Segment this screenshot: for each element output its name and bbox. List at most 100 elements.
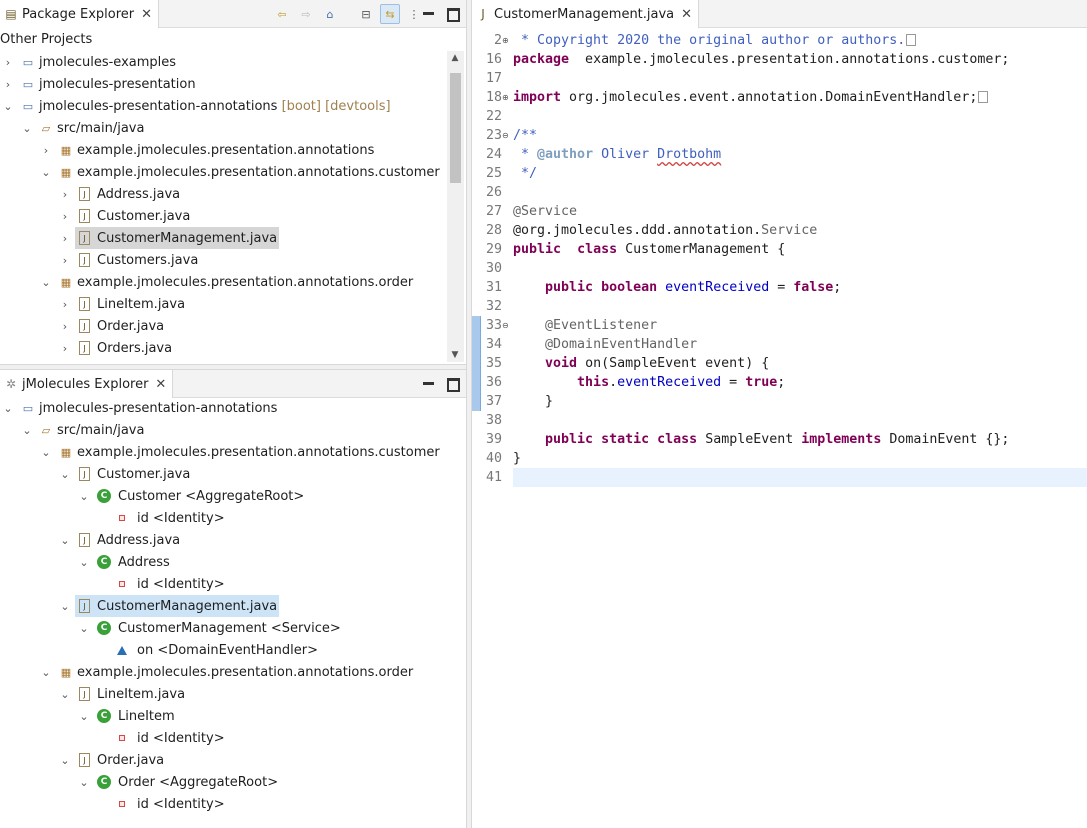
line-number: 17 — [485, 71, 502, 86]
line-number: 31 — [485, 280, 502, 295]
java-interface-file-icon: J — [79, 253, 90, 267]
package-explorer-icon: ▤ — [5, 7, 17, 21]
scroll-up-icon[interactable]: ▲ — [448, 53, 462, 63]
package-icon: ▦ — [60, 143, 72, 157]
java-interface-file-icon: J — [79, 341, 90, 355]
java-file-icon: J — [79, 467, 90, 481]
line-number: 24 — [485, 147, 502, 162]
back-arrow-icon[interactable]: ⇦ — [272, 4, 292, 24]
working-set-label: Other Projects — [0, 31, 93, 47]
java-file-icon: J — [79, 297, 90, 311]
close-icon[interactable]: ✕ — [681, 7, 692, 22]
code-token: org.jmolecules.event.annotation.DomainEv… — [561, 90, 978, 105]
code-token: class — [657, 432, 698, 447]
code-token: /** — [513, 128, 538, 143]
link-with-editor-icon[interactable]: ⇆ — [380, 4, 400, 24]
code-line[interactable]: import org.jmolecules.event.annotation.D… — [513, 88, 989, 107]
code-line[interactable]: @EventListener — [513, 316, 657, 335]
code-line[interactable]: } — [513, 449, 521, 468]
tab-package-explorer[interactable]: ▤ Package Explorer ✕ — [0, 0, 160, 28]
java-file-icon: J — [79, 687, 90, 701]
left-pane: ▤ Package Explorer ✕ ⇦ ⇨ ⌂ ⊟ ⇆ ⋮ Other P… — [0, 0, 466, 828]
line-number: 37 — [485, 394, 502, 409]
toolbar-separator — [344, 4, 352, 24]
line-number: 33 — [485, 318, 502, 333]
line-number: 40 — [485, 451, 502, 466]
code-token: Oliver Drotbohm — [593, 147, 722, 162]
folded-region-icon[interactable] — [906, 34, 917, 46]
line-number: 38 — [485, 413, 502, 428]
code-token: class — [577, 242, 618, 257]
field-icon — [119, 515, 125, 521]
class-icon: C — [97, 621, 111, 635]
tab-customer-management-java[interactable]: J CustomerManagement.java ✕ — [472, 0, 700, 28]
scroll-thumb[interactable] — [450, 73, 461, 183]
code-line[interactable]: */ — [513, 164, 537, 183]
package-icon: ▦ — [60, 165, 72, 179]
scroll-down-icon[interactable]: ▼ — [448, 350, 462, 360]
java-file-icon: J — [79, 209, 90, 223]
code-line[interactable]: public class CustomerManagement { — [513, 240, 785, 259]
molecule-icon: ✲ — [5, 377, 17, 391]
maximize-icon[interactable] — [444, 5, 462, 23]
line-number: 2 — [493, 33, 502, 48]
forward-arrow-icon[interactable]: ⇨ — [296, 4, 316, 24]
close-icon[interactable]: ✕ — [141, 7, 152, 22]
line-number: 28 — [485, 223, 502, 238]
minimize-icon[interactable] — [420, 5, 438, 23]
code-line[interactable]: public static class SampleEvent implemen… — [513, 430, 1009, 449]
code-token: } — [513, 451, 522, 466]
code-line[interactable]: public boolean eventReceived = false; — [513, 278, 841, 297]
code-token: event — [705, 356, 746, 371]
code-token: package — [513, 52, 570, 67]
jmolecules-explorer-tabbar: ✲ jMolecules Explorer ✕ — [0, 370, 466, 398]
code-line[interactable]: * Copyright 2020 the original author or … — [513, 31, 917, 50]
package-icon: ▦ — [60, 665, 72, 679]
code-line[interactable]: @Service — [513, 202, 577, 221]
code-line[interactable]: } — [513, 392, 553, 411]
collapse-fold-icon[interactable]: ⊖ — [502, 316, 510, 335]
code-line[interactable]: @org.jmolecules.ddd.annotation.Service — [513, 221, 817, 240]
collapse-fold-icon[interactable]: ⊖ — [502, 126, 510, 145]
code-line[interactable]: * @author Oliver Drotbohm — [513, 145, 721, 164]
code-token: ) { — [745, 356, 770, 371]
up-folder-icon[interactable]: ⌂ — [320, 4, 340, 24]
java-file-icon: J — [79, 753, 90, 767]
code-token: static — [601, 432, 650, 447]
close-icon[interactable]: ✕ — [155, 377, 166, 392]
line-number: 26 — [485, 185, 502, 200]
tab-jmolecules-explorer[interactable]: ✲ jMolecules Explorer ✕ — [0, 370, 174, 398]
line-number: 32 — [485, 299, 502, 314]
line-number: 35 — [485, 356, 502, 371]
line-number: 41 — [485, 470, 502, 485]
code-line[interactable]: this.eventReceived = true; — [513, 373, 785, 392]
class-icon: C — [97, 709, 111, 723]
code-editor[interactable]: 2 ⊕ * Copyright 2020 the original author … — [472, 31, 1087, 828]
source-folder-icon: ▱ — [41, 423, 51, 437]
minimize-icon[interactable] — [420, 375, 438, 393]
package-explorer-tabbar: ▤ Package Explorer ✕ ⇦ ⇨ ⌂ ⊟ ⇆ ⋮ — [0, 0, 466, 28]
editor-tabbar: J CustomerManagement.java ✕ — [472, 0, 1087, 28]
expand-fold-icon[interactable]: ⊕ — [502, 88, 510, 107]
code-token: eventReceived — [617, 375, 722, 390]
code-token: @DomainEventHandler — [545, 337, 698, 352]
code-line[interactable]: void on(SampleEvent event) { — [513, 354, 769, 373]
package-explorer-scrollbar[interactable]: ▲ ▼ — [447, 51, 464, 362]
line-number: 36 — [485, 375, 502, 390]
line-number: 29 — [485, 242, 502, 257]
line-number: 39 — [485, 432, 502, 447]
code-line[interactable]: package example.jmolecules.presentation.… — [513, 50, 1009, 69]
expand-fold-icon[interactable]: ⊕ — [502, 31, 510, 50]
maximize-icon[interactable] — [444, 375, 462, 393]
code-line[interactable]: /** — [513, 126, 537, 145]
code-token: example.jmolecules.presentation.annotati… — [569, 52, 1010, 67]
project-folder-icon: ▭ — [22, 55, 34, 69]
java-file-icon: J — [79, 187, 90, 201]
code-line[interactable]: @DomainEventHandler — [513, 335, 697, 354]
collapse-all-icon[interactable]: ⊟ — [356, 4, 376, 24]
folded-region-icon[interactable] — [978, 91, 989, 103]
